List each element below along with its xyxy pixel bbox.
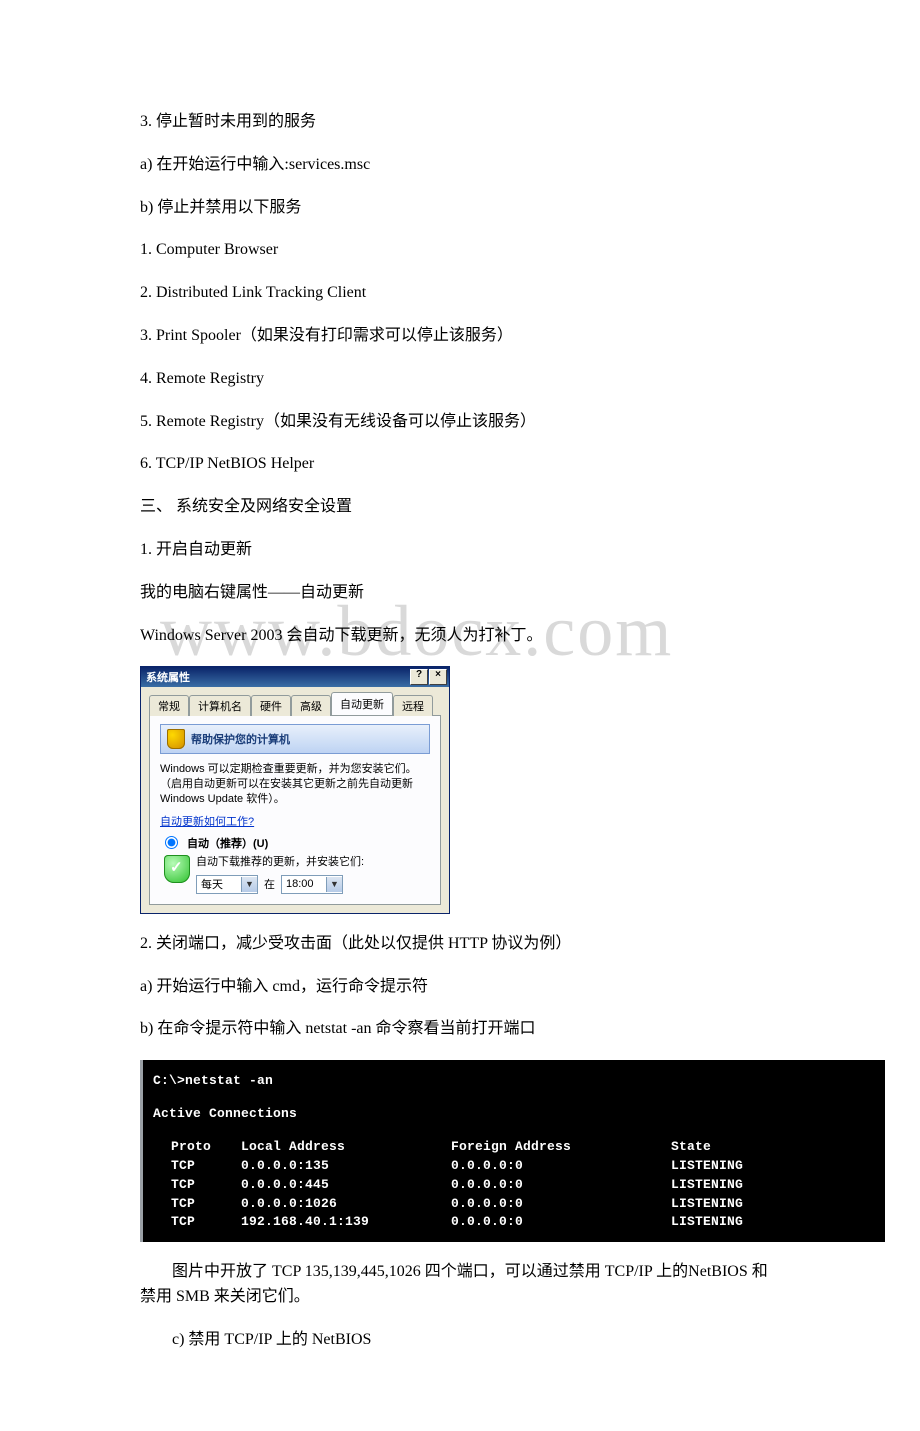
info-bar: 帮助保护您的计算机 bbox=[160, 724, 430, 754]
time-value: 18:00 bbox=[282, 878, 326, 890]
cmd-section-title: Active Connections bbox=[153, 1105, 875, 1124]
para: Windows Server 2003 会自动下载更新，无须人为打补丁。 bbox=[140, 624, 780, 649]
para: a) 开始运行中输入 cmd，运行命令提示符 bbox=[140, 975, 780, 1000]
at-label: 在 bbox=[264, 876, 275, 892]
frequency-value: 每天 bbox=[197, 876, 241, 892]
para: 3. Print Spooler（如果没有打印需求可以停止该服务） bbox=[140, 324, 780, 349]
frequency-select[interactable]: 每天 ▼ bbox=[196, 875, 258, 894]
shield-check-icon bbox=[164, 855, 190, 883]
cmd-row: TCP0.0.0.0:1350.0.0.0:0LISTENING bbox=[153, 1157, 875, 1176]
para: 三、 系统安全及网络安全设置 bbox=[140, 495, 780, 520]
shield-icon bbox=[167, 729, 185, 749]
para: b) 在命令提示符中输入 netstat -an 命令察看当前打开端口 bbox=[140, 1017, 780, 1042]
auto-recommended-label: 自动（推荐）(U) bbox=[187, 835, 268, 851]
close-button[interactable]: × bbox=[429, 669, 447, 685]
hdr-local: Local Address bbox=[241, 1138, 451, 1157]
system-properties-dialog: 系统属性 ? × 常规 计算机名 硬件 高级 自动更新 远程 帮助保护您的计算机 bbox=[140, 666, 450, 914]
help-button[interactable]: ? bbox=[410, 669, 428, 685]
how-autoupdate-works-link[interactable]: 自动更新如何工作? bbox=[160, 816, 254, 828]
tab-general[interactable]: 常规 bbox=[149, 695, 189, 716]
para: 1. 开启自动更新 bbox=[140, 538, 780, 563]
hdr-proto: Proto bbox=[171, 1138, 241, 1157]
para: 2. Distributed Link Tracking Client bbox=[140, 281, 780, 306]
para: 我的电脑右键属性——自动更新 bbox=[140, 581, 780, 606]
chevron-down-icon: ▼ bbox=[326, 877, 342, 892]
auto-recommended-radio[interactable] bbox=[165, 836, 178, 849]
tab-hardware[interactable]: 硬件 bbox=[251, 695, 291, 716]
para: 6. TCP/IP NetBIOS Helper bbox=[140, 452, 780, 477]
command-prompt-output: C:\>netstat -an Active Connections Proto… bbox=[140, 1060, 885, 1242]
para: 图片中开放了 TCP 135,139,445,1026 四个端口，可以通过禁用 … bbox=[140, 1260, 780, 1310]
tab-strip: 常规 计算机名 硬件 高级 自动更新 远程 bbox=[141, 687, 449, 715]
para: b) 停止并禁用以下服务 bbox=[140, 196, 780, 221]
para: c) 禁用 TCP/IP 上的 NetBIOS bbox=[140, 1328, 780, 1353]
cmd-row: TCP192.168.40.1:1390.0.0.0:0LISTENING bbox=[153, 1213, 875, 1232]
tab-advanced[interactable]: 高级 bbox=[291, 695, 331, 716]
cmd-prompt-line: C:\>netstat -an bbox=[153, 1072, 875, 1091]
para: 2. 关闭端口，减少受攻击面（此处以仅提供 HTTP 协议为例） bbox=[140, 932, 780, 957]
dialog-titlebar: 系统属性 ? × bbox=[141, 667, 449, 687]
chevron-down-icon: ▼ bbox=[241, 877, 257, 892]
cmd-row: TCP0.0.0.0:4450.0.0.0:0LISTENING bbox=[153, 1176, 875, 1195]
para: 1. Computer Browser bbox=[140, 238, 780, 263]
cmd-row: TCP0.0.0.0:10260.0.0.0:0LISTENING bbox=[153, 1195, 875, 1214]
info-bar-text: 帮助保护您的计算机 bbox=[191, 731, 290, 747]
tab-computername[interactable]: 计算机名 bbox=[189, 695, 251, 716]
tab-remote[interactable]: 远程 bbox=[393, 695, 433, 716]
tab-panel: 帮助保护您的计算机 Windows 可以定期检查重要更新，并为您安装它们。（启用… bbox=[149, 715, 441, 905]
dialog-title-text: 系统属性 bbox=[146, 669, 190, 685]
tab-autoupdate[interactable]: 自动更新 bbox=[331, 692, 393, 715]
auto-recommended-sub: 自动下载推荐的更新，并安装它们: bbox=[196, 853, 430, 869]
hdr-state: State bbox=[671, 1138, 791, 1157]
hdr-foreign: Foreign Address bbox=[451, 1138, 671, 1157]
time-select[interactable]: 18:00 ▼ bbox=[281, 875, 343, 894]
cmd-header-row: Proto Local Address Foreign Address Stat… bbox=[153, 1138, 875, 1157]
para: 3. 停止暂时未用到的服务 bbox=[140, 110, 780, 135]
para: a) 在开始运行中输入:services.msc bbox=[140, 153, 780, 178]
para: 5. Remote Registry（如果没有无线设备可以停止该服务） bbox=[140, 410, 780, 435]
dialog-description: Windows 可以定期检查重要更新，并为您安装它们。（启用自动更新可以在安装其… bbox=[160, 762, 430, 807]
para: 4. Remote Registry bbox=[140, 367, 780, 392]
